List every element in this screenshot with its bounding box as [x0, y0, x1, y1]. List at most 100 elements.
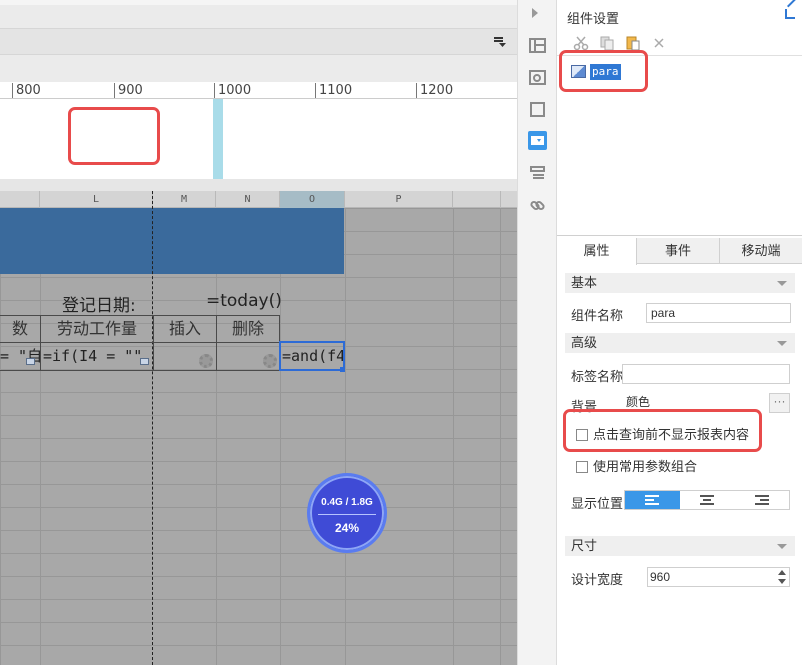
- tab-properties[interactable]: 属性: [557, 238, 637, 265]
- title-cell-band[interactable]: [0, 208, 344, 274]
- panel-title: 组件设置: [567, 11, 620, 26]
- column-header-partial: [0, 191, 40, 208]
- cell-grid[interactable]: [0, 208, 517, 665]
- memory-usage: 0.4G / 1.8G: [321, 497, 373, 508]
- more-options-button[interactable]: ···: [769, 393, 790, 413]
- grid-line: [280, 208, 281, 665]
- header-cell[interactable]: 插入: [153, 315, 216, 343]
- memory-gauge[interactable]: 0.4G / 1.8G 24%: [307, 473, 387, 553]
- expand-arrow-icon[interactable]: [532, 8, 538, 18]
- register-date-label[interactable]: 登记日期:: [62, 291, 136, 316]
- grid-line: [40, 208, 41, 665]
- register-date-formula[interactable]: =today(): [206, 291, 282, 311]
- ruler-label: 900: [114, 83, 143, 98]
- tag-name-input[interactable]: [622, 364, 790, 384]
- report-designer: 800 900 1000 1100 1200 L M N O P 登记日期: =…: [0, 0, 517, 665]
- alignment-group: [624, 490, 790, 510]
- memory-percent: 24%: [334, 521, 360, 535]
- section-title: 高级: [571, 335, 598, 350]
- checkbox-box[interactable]: [576, 461, 588, 473]
- display-position-label: 显示位置: [571, 496, 624, 511]
- grid-line: [453, 208, 454, 665]
- header-cell[interactable]: 数: [0, 315, 40, 343]
- header-cell[interactable]: 删除: [216, 315, 280, 343]
- align-center-button[interactable]: [680, 491, 735, 509]
- designer-tabbar: [0, 28, 517, 55]
- formula-cell[interactable]: =if(I4 = "": [40, 343, 153, 371]
- copy-icon[interactable]: [599, 35, 615, 51]
- align-right-button[interactable]: [735, 491, 790, 509]
- cell-widget-icon[interactable]: [26, 358, 35, 365]
- column-header-o[interactable]: O: [280, 191, 345, 208]
- component-name-input[interactable]: para: [646, 303, 791, 323]
- caret-down-icon: [777, 544, 787, 549]
- page-break-line: [152, 191, 153, 665]
- cut-icon[interactable]: [573, 35, 589, 51]
- delete-icon[interactable]: [651, 35, 667, 51]
- vertical-toolbar: [517, 0, 557, 665]
- link-icon[interactable]: [528, 196, 547, 215]
- horizontal-ruler: 800 900 1000 1100 1200: [0, 82, 517, 99]
- column-header-m[interactable]: M: [153, 191, 216, 208]
- parameter-pane-edge[interactable]: [213, 99, 223, 179]
- section-basic[interactable]: 基本: [565, 273, 795, 293]
- column-header: L M N O P: [0, 191, 517, 208]
- annotation-highlight: [68, 107, 160, 165]
- component-name-label: 组件名称: [571, 308, 624, 323]
- caret-down-icon: [777, 341, 787, 346]
- tag-name-label: 标签名称: [571, 369, 624, 384]
- section-title: 尺寸: [571, 538, 598, 553]
- report-sheet[interactable]: L M N O P 登记日期: =today() 数 劳动工作量 插入 删除 =…: [0, 191, 517, 665]
- align-left-button[interactable]: [625, 491, 680, 509]
- dropdown-menu-icon[interactable]: [494, 37, 506, 47]
- component-settings-icon[interactable]: [528, 131, 547, 150]
- spin-down-icon[interactable]: [778, 579, 786, 584]
- formula-cell[interactable]: = "自: [0, 343, 40, 371]
- section-title: 基本: [571, 275, 598, 290]
- frame-icon[interactable]: [528, 100, 547, 119]
- section-advanced[interactable]: 高级: [565, 333, 795, 353]
- header-cell[interactable]: 劳动工作量: [40, 315, 153, 343]
- column-header-p[interactable]: P: [345, 191, 453, 208]
- tab-mobile[interactable]: 移动端: [720, 238, 802, 264]
- column-header-n[interactable]: N: [216, 191, 280, 208]
- settings-tabs: 属性 事件 移动端: [557, 238, 802, 265]
- paste-icon[interactable]: [625, 35, 641, 51]
- layout-icon[interactable]: [528, 36, 547, 55]
- ruler-label: 1200: [416, 83, 453, 98]
- gear-icon[interactable]: [199, 354, 213, 368]
- align-right-icon: [755, 495, 769, 506]
- grid-line: [345, 208, 346, 665]
- component-settings-panel: 组件设置 para 属性 事件 移动端 基本 组件名称 para 高级 标签名称…: [557, 0, 802, 665]
- column-header-q[interactable]: [453, 191, 501, 208]
- gear-icon[interactable]: [263, 354, 277, 368]
- column-header-l[interactable]: L: [40, 191, 153, 208]
- design-width-label: 设计宽度: [571, 572, 624, 587]
- ruler-label: 1100: [315, 83, 352, 98]
- design-width-input[interactable]: 960: [647, 567, 790, 587]
- spin-up-icon[interactable]: [778, 570, 786, 575]
- ruler-label: 800: [12, 83, 41, 98]
- selected-cell[interactable]: [279, 341, 345, 371]
- align-center-icon: [700, 495, 714, 506]
- annotation-highlight: [559, 50, 648, 92]
- collapse-arrow-icon[interactable]: [785, 9, 795, 19]
- ruler-label: 1000: [214, 83, 251, 98]
- gauge-divider: [318, 514, 376, 515]
- annotation-highlight: [563, 409, 762, 452]
- fill-handle[interactable]: [340, 367, 345, 372]
- pane-divider[interactable]: [0, 179, 517, 191]
- widget-library-icon[interactable]: [528, 68, 547, 87]
- tab-events[interactable]: 事件: [637, 238, 720, 264]
- grid-line: [500, 208, 501, 665]
- top-strip: [0, 0, 517, 5]
- design-width-value: 960: [650, 570, 671, 584]
- align-left-icon: [645, 495, 659, 506]
- section-size[interactable]: 尺寸: [565, 536, 795, 556]
- caret-down-icon: [777, 281, 787, 286]
- cell-widget-icon[interactable]: [140, 358, 149, 365]
- checkbox-label: 使用常用参数组合: [593, 459, 698, 474]
- grid-line: [216, 208, 217, 665]
- spinner-arrows[interactable]: [778, 569, 787, 585]
- list-icon[interactable]: [528, 163, 547, 182]
